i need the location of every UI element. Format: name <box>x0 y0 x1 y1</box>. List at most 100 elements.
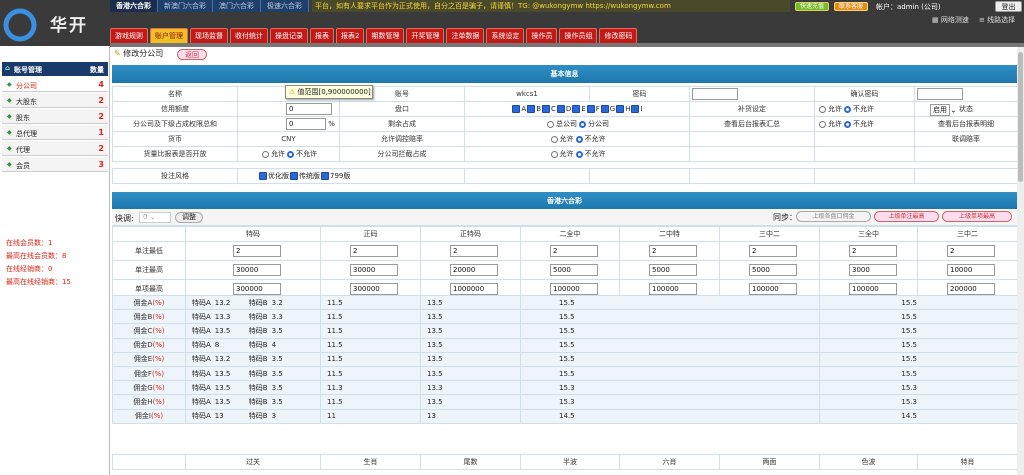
pankou-checkbox[interactable] <box>556 105 565 113</box>
odds-label-text: 佣金F <box>133 369 152 378</box>
scrollbar-thumb[interactable] <box>1018 52 1023 182</box>
limit-input[interactable]: 300000 <box>350 283 398 295</box>
pankou-checkbox[interactable] <box>512 105 521 113</box>
limit-input[interactable]: 20000 <box>450 264 498 276</box>
main-tab[interactable]: 操作员 <box>526 28 558 43</box>
contact-service-button[interactable]: 联系客服 <box>834 2 868 11</box>
game-tab[interactable]: 新澳门六合彩 <box>158 0 213 12</box>
sync-commission-button[interactable]: 上级各盘口佣金 <box>796 211 871 222</box>
sidebar-item[interactable]: ◆ 会员 3 <box>2 157 108 172</box>
password-input[interactable] <box>692 88 738 100</box>
remain-branch-radio[interactable] <box>579 120 586 128</box>
limit-input[interactable]: 200000 <box>947 283 995 295</box>
pankou-option-label: C <box>551 105 556 113</box>
intercept-deny-radio[interactable] <box>575 150 583 158</box>
view-allow-radio[interactable] <box>819 120 826 128</box>
main-tab[interactable]: 期数管理 <box>366 28 405 43</box>
limit-input[interactable]: 10000 <box>947 264 995 276</box>
main-tab[interactable]: 注单数据 <box>446 28 485 43</box>
status-select[interactable]: 启用 ⌄ <box>930 104 957 116</box>
limit-input[interactable]: 300000 <box>233 283 281 295</box>
sidebar-item[interactable]: ◆ 总代理 1 <box>2 125 108 140</box>
game-tab[interactable]: 香港六合彩 <box>110 0 158 12</box>
return-button[interactable]: 返回 <box>177 49 207 60</box>
limit-input[interactable]: 3000 <box>849 264 897 276</box>
limit-input[interactable]: 100000 <box>649 283 697 295</box>
quick-recharge-button[interactable]: 快速充值 <box>795 2 829 11</box>
supply-allow-radio[interactable] <box>819 105 826 113</box>
style-checkbox[interactable] <box>259 172 267 180</box>
supply-deny-radio[interactable] <box>844 105 851 113</box>
quick-select[interactable]: 0 ⌄ <box>139 212 171 223</box>
tema-a-value: 13.2 <box>214 355 231 364</box>
limit-input[interactable]: 5000 <box>749 264 797 276</box>
limit-input[interactable]: 5000 <box>649 264 697 276</box>
main-tab[interactable]: 报表2 <box>336 28 365 43</box>
odds-value: 14.5 <box>520 408 820 424</box>
adjust-allow-radio[interactable] <box>550 135 558 143</box>
limit-input[interactable]: 2 <box>947 245 995 257</box>
sidebar-item[interactable]: ◆ 大股东 2 <box>2 93 108 108</box>
style-checkbox[interactable] <box>321 172 329 180</box>
ratio-allow-radio[interactable] <box>262 150 269 158</box>
remain-hq-radio[interactable] <box>547 120 554 128</box>
ratio-deny-radio[interactable] <box>287 150 294 158</box>
credit-input[interactable]: 0 <box>286 103 332 115</box>
sidebar-item[interactable]: ◆ 股东 2 <box>2 109 108 124</box>
main-tab[interactable]: 操作员组 <box>559 28 598 43</box>
main-tab[interactable]: 开奖管理 <box>406 28 445 43</box>
deny-text: 不允许 <box>584 135 606 143</box>
allow-text: 允许 <box>828 120 842 128</box>
adjust-deny-radio[interactable] <box>575 135 583 143</box>
intercept-allow-radio[interactable] <box>550 150 558 158</box>
limit-input[interactable]: 2 <box>233 245 281 257</box>
limit-input[interactable]: 2 <box>849 245 897 257</box>
main-tab[interactable]: 系统设定 <box>486 28 525 43</box>
limit-input[interactable]: 100000 <box>749 283 797 295</box>
sync-single-max-button[interactable]: 上级单注最高 <box>874 211 939 222</box>
pankou-checkbox[interactable] <box>542 105 551 113</box>
sidebar-item-count: 2 <box>98 144 104 153</box>
main-tab[interactable]: 报表 <box>310 28 334 43</box>
limit-input[interactable]: 100000 <box>550 283 598 295</box>
pankou-checkbox[interactable] <box>616 105 625 113</box>
limit-input[interactable]: 5000 <box>550 264 598 276</box>
pankou-checkbox[interactable] <box>527 105 536 113</box>
share-input[interactable]: 0 <box>286 118 326 130</box>
limit-input[interactable]: 2 <box>649 245 697 257</box>
limit-input[interactable]: 2 <box>450 245 498 257</box>
main-tab[interactable]: 现场监督 <box>190 28 228 43</box>
percent-text: (%) <box>152 312 165 321</box>
net-test-link[interactable]: ▦ 网络测速 <box>932 15 969 25</box>
limit-input[interactable]: 30000 <box>233 264 281 276</box>
limit-input[interactable]: 30000 <box>350 264 398 276</box>
pankou-checkbox[interactable] <box>600 105 609 113</box>
game-tab[interactable]: 澳门六合彩 <box>213 0 261 12</box>
sidebar-item[interactable]: ◆ 分公司 4 <box>2 77 108 92</box>
main-tab[interactable]: 收付统计 <box>230 28 268 43</box>
game-tab[interactable]: 极速六合彩 <box>261 0 309 12</box>
logout-button[interactable]: 登出 <box>995 1 1022 12</box>
pankou-checkbox[interactable] <box>572 105 581 113</box>
limit-input[interactable]: 100000 <box>849 283 897 295</box>
adjust-button[interactable]: 调整 <box>175 212 203 223</box>
main-tab[interactable]: 修改密码 <box>599 28 638 43</box>
main-tab[interactable]: 游戏规则 <box>110 28 148 43</box>
sync-item-max-button[interactable]: 上级单项最高 <box>942 211 1012 222</box>
main-tab[interactable]: 操盘记录 <box>270 28 308 43</box>
limit-cell: 2 <box>619 241 720 261</box>
pankou-checkbox[interactable] <box>586 105 595 113</box>
pankou-checkbox[interactable] <box>631 105 640 113</box>
style-checkbox[interactable] <box>290 172 298 180</box>
limit-input[interactable]: 2 <box>749 245 797 257</box>
limit-input[interactable]: 2 <box>550 245 598 257</box>
main-tab[interactable]: 账户管理 <box>150 28 188 43</box>
confirm-password-input[interactable] <box>917 88 963 100</box>
style-option-label: 优化版 <box>268 172 289 180</box>
corner-cell <box>112 454 186 470</box>
line-select-link[interactable]: ≡ 线路选择 <box>979 15 1015 25</box>
sidebar-item[interactable]: ◆ 代理 2 <box>2 141 108 156</box>
limit-input[interactable]: 1000000 <box>450 283 498 295</box>
view-deny-radio[interactable] <box>844 120 851 128</box>
limit-input[interactable]: 2 <box>350 245 398 257</box>
